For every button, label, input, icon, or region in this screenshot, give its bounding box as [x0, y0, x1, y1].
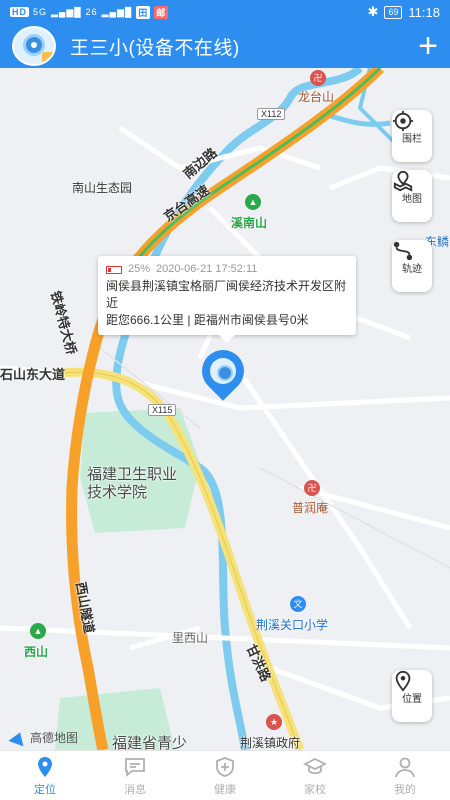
- clock: 11:18: [408, 4, 440, 20]
- tab-school-label: 家校: [304, 783, 326, 796]
- map-label-nanshan-park: 南山生态园: [72, 181, 133, 195]
- map-canvas: [0, 68, 450, 750]
- user-icon: [395, 757, 415, 777]
- map-label-purunan: 普润庵: [292, 501, 329, 515]
- robot-icon: [210, 358, 236, 384]
- target-icon: [392, 110, 414, 132]
- track-button[interactable]: 轨迹: [392, 240, 432, 292]
- location-info-card[interactable]: 25% 2020-06-21 17:52:11 闽侯县荆溪镇宝格丽厂闽侯经济技术…: [98, 256, 356, 343]
- page-title: 王三小(设备不在线): [70, 37, 240, 59]
- map-button[interactable]: 地图: [392, 170, 432, 222]
- map-label-jingxi-school: 荆溪关口小学: [256, 618, 329, 632]
- amap-logo: 高德地图: [8, 729, 79, 746]
- tab-location[interactable]: 定位: [0, 751, 90, 800]
- government-icon: ★: [266, 714, 282, 730]
- tab-me[interactable]: 我的: [360, 751, 450, 800]
- location-icon: [38, 756, 52, 777]
- signal-26: 26: [85, 7, 98, 17]
- status-bar: HD 5G ▂▄▆█ 26 ▂▄▆█ 田 邮 ✱ 69 11:18: [0, 0, 450, 24]
- location-address: 闽侯县荆溪镇宝格丽厂闽侯经济技术开发区附近: [106, 279, 347, 310]
- location-pin-icon: [395, 670, 411, 692]
- road-label-shishan: 石山东大道: [0, 367, 66, 382]
- signal-indicators: HD 5G ▂▄▆█ 26 ▂▄▆█ 田 邮: [10, 5, 169, 19]
- signal-bars-icon: ▂▄▆█: [51, 6, 82, 17]
- amap-logo-text: 高德地图: [30, 731, 79, 745]
- amap-logo-icon: [8, 729, 28, 746]
- tab-location-label: 定位: [34, 783, 56, 796]
- temple-icon: 卍: [310, 70, 326, 86]
- track-icon: [393, 241, 413, 261]
- bluetooth-icon: ✱: [367, 4, 379, 19]
- map-label-fujian-youth: 福建省青少: [112, 735, 188, 750]
- low-battery-icon: [106, 265, 122, 274]
- signal-5g: 5G: [33, 7, 48, 17]
- message-icon: [125, 757, 145, 777]
- tab-health-label: 健康: [214, 783, 236, 796]
- tab-messages-label: 消息: [124, 783, 146, 796]
- fence-button[interactable]: 围栏: [392, 110, 432, 162]
- mountain-icon: ▲: [245, 194, 261, 210]
- map-label-jingxi-gov: 荆溪镇政府: [240, 736, 301, 750]
- map-label-xinanshan: 溪南山: [231, 216, 268, 230]
- tab-messages[interactable]: 消息: [90, 751, 180, 800]
- road-tag-x112: X112: [257, 108, 286, 120]
- map-label-fujian-college: 福建卫生职业技术学院: [87, 466, 178, 501]
- info-card-header: 25% 2020-06-21 17:52:11: [106, 261, 348, 278]
- location-distance: 距您666.1公里 | 距福州市闽侯县号0米: [106, 313, 309, 327]
- battery-percent: 25%: [128, 263, 151, 275]
- temple-icon-2: 卍: [304, 480, 320, 496]
- signal-bars-icon-2: ▂▄▆█: [101, 6, 133, 17]
- notify-tag: 田: [136, 5, 151, 19]
- app-tag: 邮: [154, 5, 169, 19]
- map-label-lixishan: 里西山: [172, 631, 209, 645]
- mountain-icon-2: ▲: [30, 623, 46, 639]
- add-button[interactable]: +: [418, 29, 438, 63]
- app-header: 王三小(设备不在线) +: [0, 24, 450, 68]
- tab-health[interactable]: 健康: [180, 751, 270, 800]
- tray-icon: [42, 52, 54, 62]
- bottom-tab-bar: 定位 消息 健康 家校 我的: [0, 750, 450, 800]
- map-label-xishan: 西山: [24, 645, 49, 659]
- position-button[interactable]: 位置: [392, 670, 432, 722]
- location-datetime: 2020-06-21 17:52:11: [156, 263, 258, 275]
- school-icon: [303, 757, 327, 774]
- school-poi-icon: 文: [290, 596, 306, 612]
- tab-school[interactable]: 家校: [270, 751, 360, 800]
- tab-me-label: 我的: [394, 783, 416, 796]
- map-icon: [393, 170, 413, 192]
- device-avatar[interactable]: [12, 26, 56, 66]
- health-icon: [216, 756, 234, 777]
- map-view[interactable]: 龙台山 卍 X112 南山生态园 ▲ 溪南山 东鳞 南边路 京台高速 铁岭特大桥…: [0, 68, 450, 750]
- map-label-longtaishan: 龙台山: [298, 90, 335, 104]
- road-tag-x115: X115: [148, 404, 177, 416]
- hd-tag: HD: [10, 7, 29, 17]
- battery-indicator: 69: [384, 5, 403, 19]
